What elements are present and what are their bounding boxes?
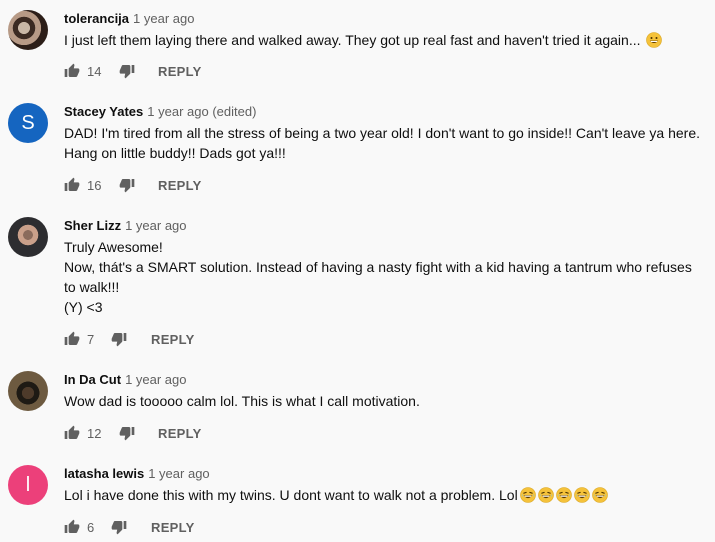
emoji-row xyxy=(518,487,608,503)
laughing-face-emoji xyxy=(591,487,608,503)
thumb-down-icon[interactable] xyxy=(119,63,135,79)
thumb-up-icon[interactable] xyxy=(64,177,80,193)
thumb-down-icon[interactable] xyxy=(119,425,135,441)
comment-line: Hang on little buddy!! Dads got ya!!! xyxy=(64,145,286,161)
thumb-up-icon[interactable] xyxy=(64,331,80,347)
comment-timestamp[interactable]: 1 year ago xyxy=(125,218,186,233)
comment-actions: 6 REPLY xyxy=(64,517,195,537)
comment-timestamp[interactable]: 1 year ago xyxy=(133,11,194,26)
laughing-face-emoji xyxy=(537,487,554,503)
comment-line: Now, thát's a SMART solution. Instead of… xyxy=(64,259,692,275)
comment-text: Wow dad is tooooo calm lol. This is what… xyxy=(64,391,704,411)
comment-header: In Da Cut 1 year ago xyxy=(64,371,187,389)
laughing-face-emoji xyxy=(555,487,572,503)
like-count: 12 xyxy=(87,425,102,441)
comment-author[interactable]: Stacey Yates xyxy=(64,104,143,119)
comment-header: tolerancija 1 year ago xyxy=(64,10,194,28)
comment-author[interactable]: latasha lewis xyxy=(64,466,144,481)
thumb-up-icon[interactable] xyxy=(64,63,80,79)
comment-timestamp[interactable]: 1 year ago xyxy=(148,466,209,481)
comment-line: Lol i have done this with my twins. U do… xyxy=(64,487,518,503)
comment-text: Truly Awesome! Now, thát's a SMART solut… xyxy=(64,237,704,317)
thumb-down-icon[interactable] xyxy=(111,331,127,347)
comment-author[interactable]: tolerancija xyxy=(64,11,129,26)
laughing-face-emoji xyxy=(573,487,590,503)
comment-header: Sher Lizz 1 year ago xyxy=(64,217,187,235)
reply-button[interactable]: REPLY xyxy=(158,178,202,193)
comment-actions: 16 REPLY xyxy=(64,175,202,195)
like-count: 16 xyxy=(87,177,102,193)
comment-timestamp[interactable]: 1 year ago (edited) xyxy=(147,104,256,119)
comment-line: to walk!!! xyxy=(64,279,120,295)
avatar[interactable] xyxy=(8,371,48,411)
comment-header: latasha lewis 1 year ago xyxy=(64,465,210,483)
reply-button[interactable]: REPLY xyxy=(158,426,202,441)
comment-actions: 7 REPLY xyxy=(64,329,195,349)
comment-line: DAD! I'm tired from all the stress of be… xyxy=(64,125,700,141)
thumb-up-icon[interactable] xyxy=(64,519,80,535)
comment-author[interactable]: Sher Lizz xyxy=(64,218,121,233)
like-count: 14 xyxy=(87,63,102,79)
comment-line: (Y) <3 xyxy=(64,299,103,315)
like-count: 7 xyxy=(87,331,95,347)
comment-text: Lol i have done this with my twins. U do… xyxy=(64,485,704,505)
like-count: 6 xyxy=(87,519,95,535)
comment-timestamp[interactable]: 1 year ago xyxy=(125,372,186,387)
comment-text: I just left them laying there and walked… xyxy=(64,30,704,50)
comment-line: Wow dad is tooooo calm lol. This is what… xyxy=(64,393,420,409)
comment-header: Stacey Yates 1 year ago (edited) xyxy=(64,103,256,121)
reply-button[interactable]: REPLY xyxy=(151,520,195,535)
comment-line: Truly Awesome! xyxy=(64,239,163,255)
avatar[interactable] xyxy=(8,217,48,257)
thumb-down-icon[interactable] xyxy=(111,519,127,535)
grinning-face-emoji xyxy=(646,32,663,48)
avatar[interactable]: l xyxy=(8,465,48,505)
thumb-down-icon[interactable] xyxy=(119,177,135,193)
avatar[interactable]: S xyxy=(8,103,48,143)
avatar-letter: S xyxy=(21,111,35,134)
avatar-letter: l xyxy=(25,473,31,496)
reply-button[interactable]: REPLY xyxy=(158,64,202,79)
comment-actions: 12 REPLY xyxy=(64,423,202,443)
comment-actions: 14 REPLY xyxy=(64,61,202,81)
laughing-face-emoji xyxy=(519,487,536,503)
thumb-up-icon[interactable] xyxy=(64,425,80,441)
comment-line: I just left them laying there and walked… xyxy=(64,32,645,48)
comment-author[interactable]: In Da Cut xyxy=(64,372,121,387)
avatar[interactable] xyxy=(8,10,48,50)
comment-text: DAD! I'm tired from all the stress of be… xyxy=(64,123,704,163)
reply-button[interactable]: REPLY xyxy=(151,332,195,347)
